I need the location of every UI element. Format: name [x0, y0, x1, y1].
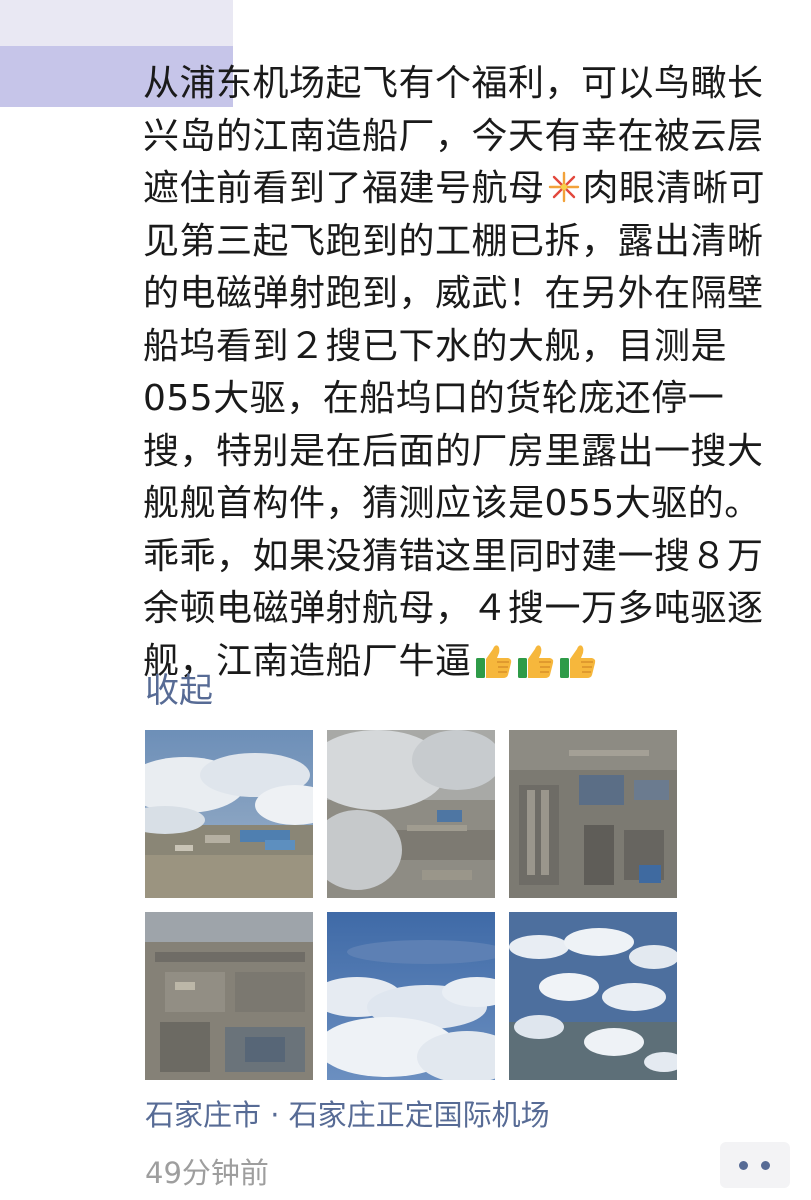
photo-thumbnail-4[interactable] — [145, 912, 313, 1080]
more-dot-icon — [739, 1161, 748, 1170]
photo-grid — [145, 730, 677, 1080]
post-text: 从浦东机场起飞有个福利，可以鸟瞰长 兴岛的江南造船厂，今天有幸在被云层 遮住前看… — [143, 58, 793, 688]
post-line: 舰舰首构件，猜测应该是055大驱的。 — [143, 483, 761, 524]
post-line: 见第三起飞跑到的工棚已拆，露出清晰 — [143, 220, 764, 262]
photo-thumbnail-5[interactable] — [327, 912, 495, 1080]
avatar-top-area — [0, 0, 233, 46]
post-line-segment: 遮住前看到了福建号航母 — [143, 168, 545, 209]
photo-thumbnail-6[interactable] — [509, 912, 677, 1080]
post-line: 055大驱，在船坞口的货轮庞还停一 — [143, 378, 725, 419]
post-timestamp: 49分钟前 — [145, 1156, 269, 1190]
thumbs-up-icon — [559, 644, 595, 678]
post-line-with-emoji: 遮住前看到了福建号航母 肉眼清晰可 — [143, 163, 793, 216]
post-line: 余顿电磁弹射航母，４搜一万多吨驱逐 — [143, 588, 764, 629]
post-line: 乖乖，如果没猜错这里同时建一搜８万 — [143, 535, 764, 577]
collapse-link[interactable]: 收起 — [145, 663, 213, 712]
post-line-with-emoji: 舰，江南造船厂牛逼 — [143, 636, 793, 689]
thumbs-up-icon — [475, 644, 511, 678]
post-line: 兴岛的江南造船厂，今天有幸在被云层 — [143, 115, 764, 157]
more-dot-icon — [761, 1161, 770, 1170]
post-line: 船坞看到２搜已下水的大舰，目测是 — [143, 325, 728, 367]
photo-thumbnail-2[interactable] — [327, 730, 495, 898]
thumbs-up-icon — [517, 644, 553, 678]
post-line: 从浦东机场起飞有个福利，可以鸟瞰长 — [143, 63, 764, 104]
post-line: 的电磁弹射跑到，威武！在另外在隔壁 — [143, 273, 764, 314]
fireworks-icon — [548, 171, 579, 203]
post-line-segment: 肉眼清晰可 — [582, 168, 766, 209]
photo-thumbnail-3[interactable] — [509, 730, 677, 898]
post-line: 搜，特别是在后面的厂房里露出一搜大 — [143, 430, 764, 472]
photo-thumbnail-1[interactable] — [145, 730, 313, 898]
more-options-button[interactable] — [720, 1142, 790, 1188]
location-link[interactable]: 石家庄市 · 石家庄正定国际机场 — [145, 1092, 550, 1134]
